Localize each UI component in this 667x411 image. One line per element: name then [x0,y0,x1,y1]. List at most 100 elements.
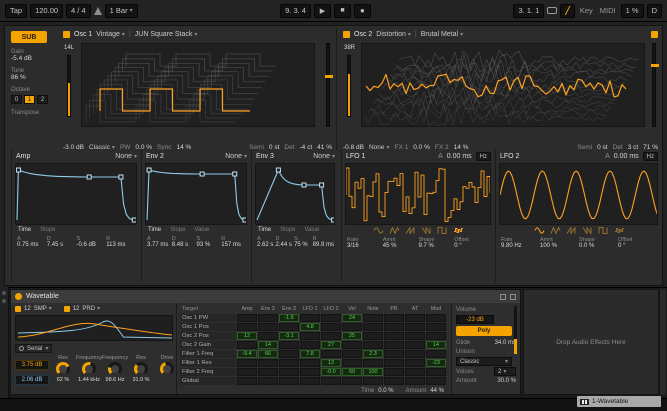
matrix-cell[interactable] [300,368,320,376]
octave-0-button[interactable]: 0 [11,95,22,104]
matrix-cell[interactable] [405,377,425,385]
lfo-shape-sine-icon[interactable] [373,226,384,235]
lfo2-amount[interactable]: 100 % [540,243,579,249]
filter1-drive-value[interactable]: 3.75 dB [15,360,49,370]
matrix-cell[interactable] [237,323,257,331]
matrix-cell[interactable]: 7.8 [300,350,320,358]
lfo-shape-square-icon[interactable] [437,226,448,235]
lfo2-offset[interactable]: 0 ° [618,243,657,249]
osc1-gain-slider[interactable] [67,55,71,117]
lfo1-offset[interactable]: 0 ° [454,243,490,249]
quantize-menu[interactable]: 1 Bar▾ [105,4,138,18]
unison-amount-value[interactable]: 30.0 % [497,378,516,384]
lfo-shape-sine-icon[interactable] [534,226,545,235]
osc2-gain-slider[interactable] [347,55,351,117]
matrix-cell[interactable]: 2.3 [363,350,383,358]
lfo2-rate[interactable]: 9.80 Hz [501,243,540,249]
osc1-on-toggle[interactable] [63,31,70,38]
matrix-cell[interactable] [405,359,425,367]
filter1-circuit-menu[interactable]: SMP▾ [34,305,52,312]
osc1-wavetable-menu[interactable]: JUN Square Stack▾ [135,31,198,38]
lfo1-rate[interactable]: 3/16 [347,243,383,249]
tab-slope[interactable]: Slope [280,227,295,233]
stop-button[interactable]: ■ [334,4,351,18]
env3-sustain[interactable]: 75 % [294,242,313,248]
matrix-cell[interactable]: 27 [321,341,341,349]
filter-routing-menu[interactable]: Serial▾ [15,344,52,353]
tab-time[interactable]: Time [18,227,31,233]
matrix-cell[interactable]: 14 [426,341,446,349]
env2-routing-menu[interactable]: None▾ [225,153,247,160]
device-on-toggle[interactable] [15,293,22,300]
matrix-cell[interactable] [426,350,446,358]
lfo-shape-random-icon[interactable] [614,226,625,235]
matrix-cell[interactable] [321,323,341,331]
matrix-cell[interactable] [279,377,299,385]
lfo1-shape[interactable]: 9.7 % [419,243,455,249]
osc2-wavetable-menu[interactable]: Brutal Metal▾ [421,31,463,38]
osc2-category-menu[interactable]: Distortion▾ [376,31,411,38]
lfo-shape-saw-up-icon[interactable] [566,226,577,235]
fold-device-icon[interactable] [510,294,516,300]
matrix-cell[interactable] [258,332,278,340]
matrix-cell[interactable] [300,341,320,349]
matrix-column-lfo1[interactable]: LFO 1 [300,305,320,313]
matrix-cell[interactable] [384,341,404,349]
filter1-toggle[interactable] [15,306,21,312]
matrix-cell[interactable]: -23 [426,359,446,367]
tab-value[interactable]: Value [304,227,319,233]
volume-value[interactable]: -23 dB [456,315,494,324]
matrix-column-pb[interactable]: PB [384,305,404,313]
matrix-cell[interactable] [405,350,425,358]
knob-res-3[interactable]: Res31.0 % [129,355,153,383]
sub-osc-button[interactable]: SUB [11,31,47,43]
sub-gain-value[interactable]: -5.4 dB [11,55,57,62]
matrix-cell[interactable] [342,359,362,367]
matrix-cell[interactable] [363,359,383,367]
midi-map-button[interactable]: MIDI [598,6,618,15]
matrix-cell[interactable] [405,368,425,376]
env3-attack[interactable]: 2.62 s [257,242,276,248]
matrix-cell[interactable]: 13 [321,359,341,367]
time-signature[interactable]: 4 / 4 [66,4,91,18]
matrix-cell[interactable]: -0.0 [321,368,341,376]
octave-2-button[interactable]: 2 [37,95,48,104]
matrix-cell[interactable]: 66 [258,350,278,358]
lfo1-attack-value[interactable]: 0.00 ms [447,153,472,160]
tab-time[interactable]: Time [258,227,271,233]
matrix-cell[interactable] [279,359,299,367]
matrix-cell[interactable] [237,368,257,376]
matrix-cell[interactable] [405,332,425,340]
lfo2-hz-toggle[interactable]: Hz [643,152,658,161]
osc1-category-menu[interactable]: Vintage▾ [96,31,125,38]
arrangement-position[interactable]: 9. 3. 4 [280,4,311,18]
matrix-cell[interactable] [258,368,278,376]
matrix-cell[interactable] [384,350,404,358]
matrix-cell[interactable]: -1.6 [279,314,299,322]
matrix-cell[interactable] [426,332,446,340]
matrix-cell[interactable] [300,314,320,322]
env3-decay[interactable]: 2.44 s [276,242,295,248]
matrix-cell[interactable]: -9.4 [237,350,257,358]
tap-tempo-button[interactable]: Tap [5,4,27,18]
lfo2-attack-value[interactable]: 0.00 ms [614,153,639,160]
matrix-cell[interactable]: 60 [342,368,362,376]
matrix-cell[interactable] [405,314,425,322]
matrix-column-vel[interactable]: Vel [342,305,362,313]
amp-attack[interactable]: 0.75 ms [17,242,47,248]
matrix-cell[interactable]: 4.8 [300,323,320,331]
matrix-cell[interactable] [342,323,362,331]
matrix-cell[interactable] [384,314,404,322]
filter2-toggle[interactable] [64,306,70,312]
unison-mode-menu[interactable]: Classic▾ [456,357,512,366]
tab-value[interactable]: Value [194,227,209,233]
tab-slope[interactable]: Slope [40,227,55,233]
matrix-cell[interactable] [279,368,299,376]
matrix-cell[interactable]: -3.1 [279,332,299,340]
voices-menu[interactable]: 2▾ [494,367,516,376]
matrix-cell[interactable] [426,377,446,385]
loop-start-display[interactable]: 3. 1. 1 [513,4,544,18]
matrix-cell[interactable] [363,332,383,340]
env3-release[interactable]: 89.9 ms [313,242,334,248]
device-view-scrollbar[interactable] [660,289,666,395]
